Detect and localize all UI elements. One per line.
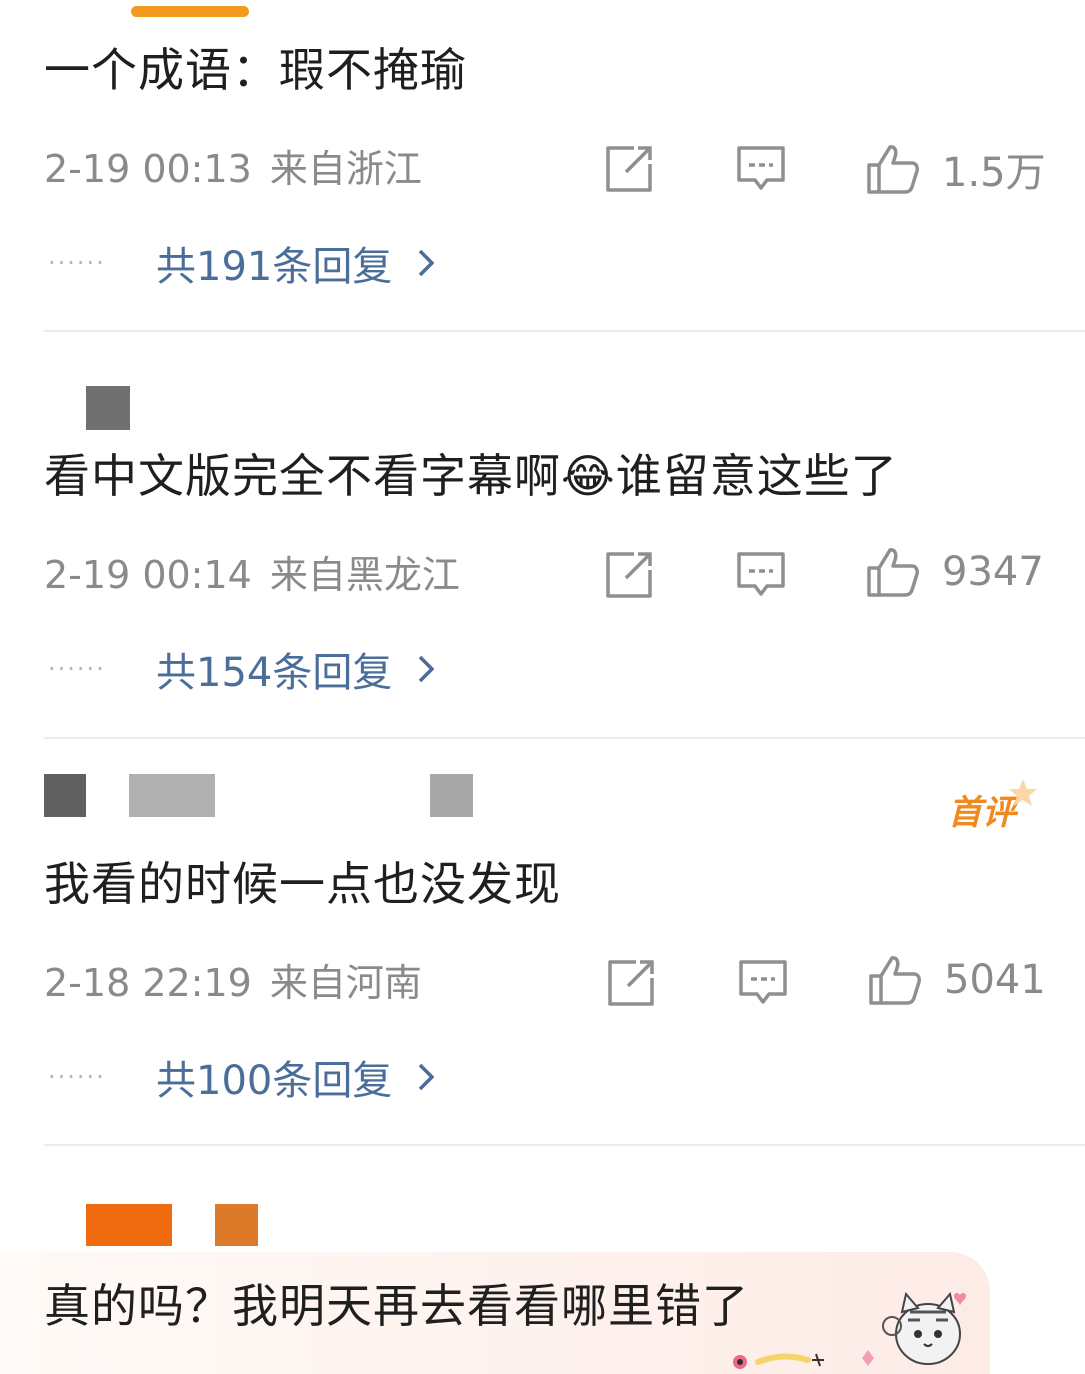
comment-3-time: 2-18 22:19 bbox=[44, 961, 252, 1005]
comment-3-text: 我看的时候一点也没发现 bbox=[44, 857, 561, 911]
comment-1-meta: 2-19 00:13 来自浙江 bbox=[44, 146, 422, 192]
laughing-emoji: 😂 bbox=[561, 449, 616, 503]
thumbs-up-icon bbox=[869, 956, 921, 1005]
comment-1-location: 来自浙江 bbox=[269, 147, 422, 191]
active-tab-indicator bbox=[131, 6, 249, 17]
first-comment-badge: 首评 bbox=[948, 793, 1016, 833]
comment-4-text: 真的吗？我明天再去看看哪里错了 bbox=[44, 1279, 749, 1333]
comment-divider bbox=[44, 1144, 1085, 1146]
thumbs-up-icon bbox=[867, 145, 919, 194]
chevron-right-icon bbox=[419, 249, 435, 277]
view-replies-link[interactable]: 共100条回复 bbox=[156, 1048, 435, 1106]
username-redacted[interactable] bbox=[86, 1204, 172, 1246]
replies-label: 共191条回复 bbox=[156, 244, 393, 290]
user-avatar-redacted[interactable] bbox=[44, 774, 86, 817]
comment-2-replies-row[interactable]: ······ 共154条回复 bbox=[48, 640, 435, 698]
comment-2-meta: 2-19 00:14 来自黑龙江 bbox=[44, 552, 460, 598]
cat-sticker-icon bbox=[882, 1291, 966, 1365]
username-redacted[interactable] bbox=[129, 774, 215, 817]
replies-label: 共100条回复 bbox=[156, 1058, 393, 1104]
comment-1-text: 一个成语：瑕不掩瑜 bbox=[44, 43, 467, 97]
view-replies-link[interactable]: 共191条回复 bbox=[156, 234, 435, 292]
thread-dots: ······ bbox=[48, 1063, 106, 1091]
replies-label: 共154条回复 bbox=[156, 650, 393, 696]
comment-2-text: 看中文版完全不看字幕啊😂谁留意这些了 bbox=[44, 449, 898, 503]
comment-2-like-button[interactable]: 9347 bbox=[866, 546, 1044, 598]
comment-1-replies-row[interactable]: ······ 共191条回复 bbox=[48, 234, 435, 292]
comment-icon[interactable] bbox=[736, 144, 786, 194]
thumbs-up-icon bbox=[867, 548, 919, 597]
comment-3-like-count: 5041 bbox=[944, 957, 1046, 1003]
comment-3-replies-row[interactable]: ······ 共100条回复 bbox=[48, 1048, 435, 1106]
share-icon[interactable] bbox=[604, 144, 654, 194]
comment-3-meta: 2-18 22:19 来自河南 bbox=[44, 960, 422, 1006]
user-avatar-redacted[interactable] bbox=[86, 386, 130, 430]
comment-1-like-count: 1.5万 bbox=[942, 150, 1046, 196]
comment-icon[interactable] bbox=[736, 550, 786, 600]
share-icon[interactable] bbox=[606, 958, 656, 1008]
comment-divider bbox=[44, 330, 1085, 332]
comment-divider bbox=[44, 737, 1085, 739]
share-icon[interactable] bbox=[604, 550, 654, 600]
thread-dots: ······ bbox=[48, 655, 106, 683]
thread-dots: ······ bbox=[48, 249, 106, 277]
comment-1-time: 2-19 00:13 bbox=[44, 147, 252, 191]
comment-2-like-count: 9347 bbox=[942, 549, 1044, 595]
comment-1-like-button[interactable]: 1.5万 bbox=[866, 140, 1046, 198]
star-icon bbox=[1009, 779, 1037, 806]
comment-3-like-button[interactable]: 5041 bbox=[868, 954, 1046, 1006]
chevron-right-icon bbox=[419, 655, 435, 683]
user-badge-redacted bbox=[215, 1204, 258, 1246]
comment-icon[interactable] bbox=[738, 958, 788, 1008]
comment-2-time: 2-19 00:14 bbox=[44, 553, 252, 597]
comment-3-location: 来自河南 bbox=[269, 961, 422, 1005]
view-replies-link[interactable]: 共154条回复 bbox=[156, 640, 435, 698]
user-badge-redacted bbox=[430, 774, 473, 817]
chevron-right-icon bbox=[419, 1063, 435, 1091]
comment-2-location: 来自黑龙江 bbox=[269, 553, 460, 597]
